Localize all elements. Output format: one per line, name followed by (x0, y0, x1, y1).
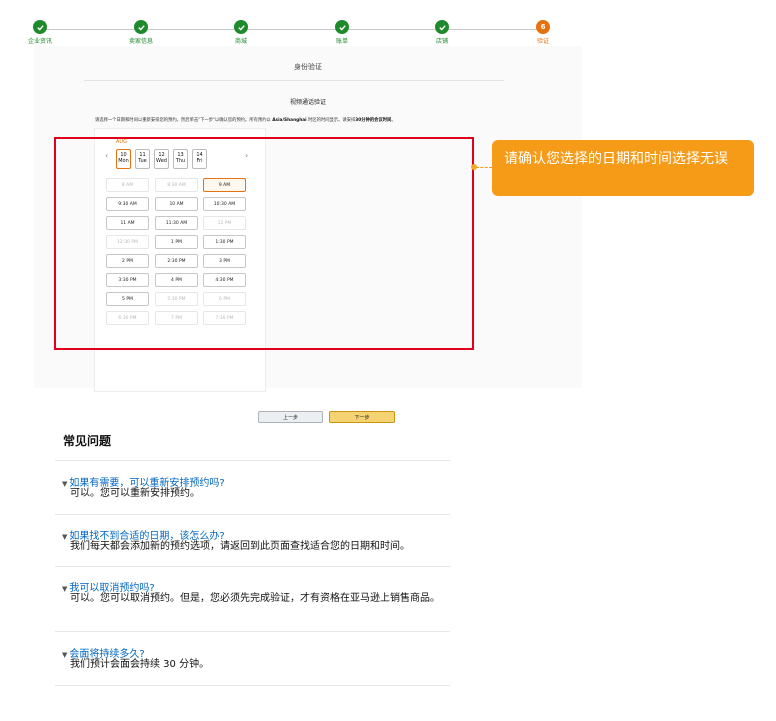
faq-question[interactable]: ▼ 如果找不到合适的日期，该怎么办? (62, 527, 225, 542)
divider (55, 631, 450, 632)
caret-down-icon: ▼ (62, 651, 68, 659)
faq-answer: 我们预计会面会持续 30 分钟。 (70, 659, 210, 670)
step-billing: 账单 (312, 16, 372, 45)
divider (55, 685, 450, 686)
faq-title: 常见问题 (63, 434, 112, 448)
previous-button[interactable]: 上一步 (258, 411, 323, 423)
check-icon (234, 20, 248, 34)
faq-answer: 可以。您可以取消预约。但是，您必须先完成验证，才有资格在亚马逊上销售商品。 (70, 593, 440, 604)
section-subtitle: 视频通话验证 (289, 99, 326, 106)
step-number-badge: 6 (536, 20, 550, 34)
step-label: 企业资讯 (27, 38, 52, 45)
divider (55, 566, 450, 567)
step-company-info: 企业资讯 (10, 16, 70, 45)
faq-answer: 我们每天都会添加新的预约选项，请返回到此页面查找适合您的日期和时间。 (70, 541, 410, 552)
check-icon (435, 20, 449, 34)
step-label: 账单 (335, 38, 348, 45)
callout-note: 请确认您选择的日期和时间选择无误 (492, 140, 754, 196)
step-verification: 6 验证 (513, 16, 573, 45)
next-button[interactable]: 下一步 (329, 411, 395, 423)
instruction-text: 请选择一个日期和时间以重新安排您的预约。然后单击"下一步"以确认您的预约。所有预… (95, 118, 396, 123)
callout-connector-line (476, 167, 492, 168)
step-label: 商城 (234, 38, 247, 45)
step-label: 店铺 (435, 38, 448, 45)
divider (84, 80, 504, 81)
step-seller-info: 卖家信息 (111, 16, 171, 45)
faq-question[interactable]: ▼ 我可以取消预约吗? (62, 579, 155, 594)
caret-down-icon: ▼ (62, 480, 68, 488)
check-icon (134, 20, 148, 34)
caret-down-icon: ▼ (62, 585, 68, 593)
step-marketplace: 商城 (211, 16, 271, 45)
step-label: 验证 (536, 38, 549, 45)
divider (55, 514, 450, 515)
faq-answer: 可以。您可以重新安排预约。 (70, 488, 200, 499)
check-icon (335, 20, 349, 34)
faq-question[interactable]: ▼ 如果有需要，可以重新安排预约吗? (62, 474, 225, 489)
panel-title: 身份验证 (294, 63, 322, 71)
step-label: 卖家信息 (128, 38, 153, 45)
caret-down-icon: ▼ (62, 533, 68, 541)
divider (55, 460, 450, 461)
faq-question[interactable]: ▼ 会面将持续多久? (62, 645, 145, 660)
step-store: 店铺 (412, 16, 472, 45)
highlight-box (54, 137, 474, 350)
check-icon (33, 20, 47, 34)
